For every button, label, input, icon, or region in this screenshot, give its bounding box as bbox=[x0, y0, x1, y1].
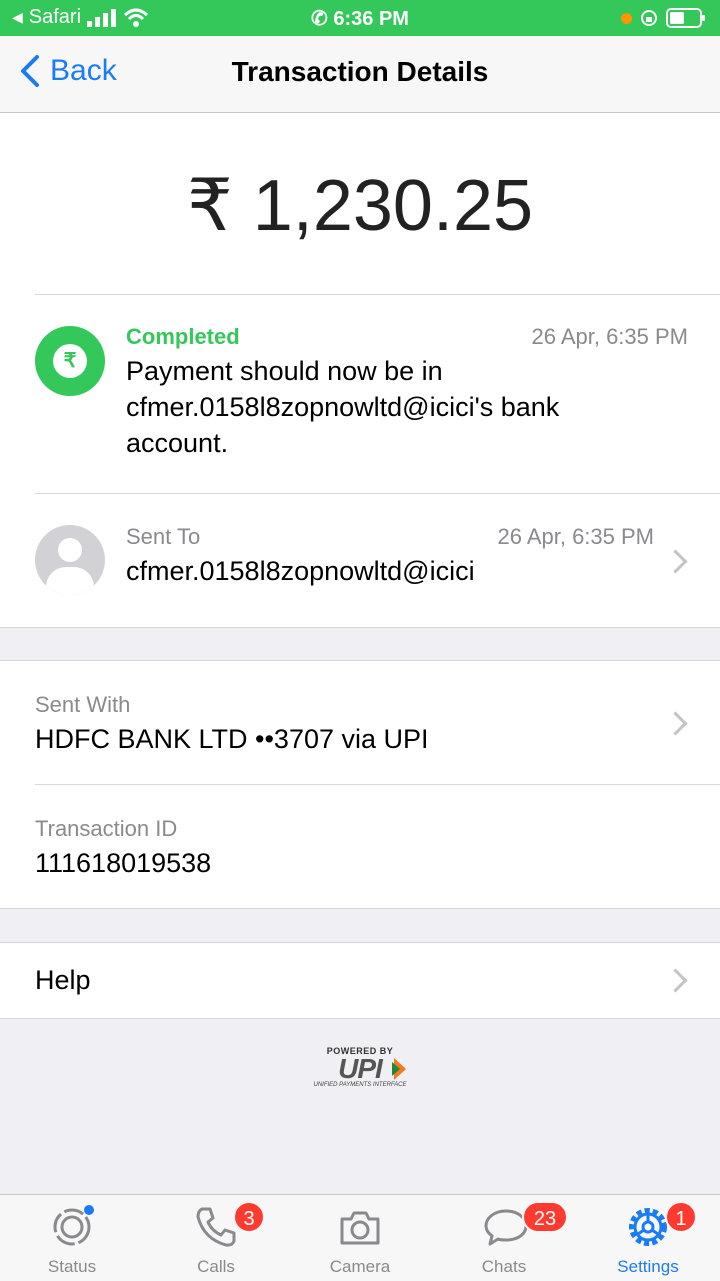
status-time-group: ✆ 6:36 PM bbox=[0, 6, 720, 31]
divider bbox=[0, 908, 720, 909]
settings-badge: 1 bbox=[665, 1201, 697, 1233]
tab-status[interactable]: Status bbox=[0, 1195, 144, 1281]
sent-with-row[interactable]: Sent With HDFC BANK LTD ••3707 via UPI bbox=[0, 661, 720, 784]
sent-to-value: cfmer.0158l8zopnowltd@icici bbox=[126, 556, 475, 586]
status-time: 26 Apr, 6:35 PM bbox=[531, 324, 688, 349]
divider bbox=[0, 1018, 720, 1019]
transaction-id-label: Transaction ID bbox=[35, 816, 178, 841]
rupee-status-icon: ₹ bbox=[35, 326, 105, 396]
help-row[interactable]: Help bbox=[0, 943, 720, 1018]
tab-calls[interactable]: 3 Calls bbox=[144, 1195, 288, 1281]
calls-badge: 3 bbox=[233, 1201, 265, 1233]
sent-to-row[interactable]: Sent To 26 Apr, 6:35 PM cfmer.0158l8zopn… bbox=[0, 494, 720, 627]
tab-camera[interactable]: Camera bbox=[288, 1195, 432, 1281]
status-icon bbox=[53, 1205, 94, 1246]
chats-badge: 23 bbox=[522, 1201, 568, 1233]
gear-icon bbox=[629, 1208, 667, 1246]
tab-chats[interactable]: 23 Chats bbox=[432, 1195, 576, 1281]
status-message: Payment should now be in cfmer.0158l8zop… bbox=[126, 356, 560, 458]
chevron-right-icon bbox=[663, 968, 688, 993]
tab-label: Status bbox=[47, 1257, 97, 1276]
battery-icon bbox=[666, 8, 705, 28]
sent-with-label: Sent With bbox=[35, 692, 131, 717]
tab-settings[interactable]: 1 Settings bbox=[576, 1195, 720, 1281]
tab-label: Settings bbox=[617, 1257, 679, 1276]
details-panel: Sent With HDFC BANK LTD ••3707 via UPI T… bbox=[0, 661, 720, 908]
avatar bbox=[35, 525, 105, 595]
status-row: ₹ Completed 26 Apr, 6:35 PM Payment shou… bbox=[0, 295, 720, 493]
tab-label: Calls bbox=[197, 1257, 235, 1276]
status-bar: ◀ Safari ✆ 6:36 PM bbox=[0, 0, 720, 36]
transaction-id-value: 111618019538 bbox=[35, 848, 212, 878]
status-time: 6:36 PM bbox=[333, 8, 409, 30]
divider bbox=[0, 627, 720, 628]
page-title: Transaction Details bbox=[231, 56, 489, 87]
navigation-bar: Back Transaction Details bbox=[0, 36, 720, 113]
call-indicator-icon: ✆ bbox=[311, 8, 334, 30]
chevron-right-icon bbox=[663, 549, 688, 574]
status-label: Completed bbox=[126, 324, 240, 349]
status-right bbox=[621, 8, 706, 28]
rotation-lock-icon bbox=[641, 10, 657, 26]
tab-label: Chats bbox=[481, 1257, 527, 1276]
transaction-id-row: Transaction ID 111618019538 bbox=[0, 785, 720, 908]
camera-icon bbox=[340, 1211, 380, 1245]
chevron-right-icon bbox=[663, 711, 688, 736]
transaction-amount: ₹ 1,230.25 bbox=[186, 166, 534, 246]
phone-icon bbox=[196, 1207, 236, 1247]
upi-wordmark: UPI bbox=[338, 1053, 383, 1084]
tab-bar: Status 3 Calls Camera 23 Chats 1 Setting… bbox=[0, 1194, 720, 1281]
sent-to-time: 26 Apr, 6:35 PM bbox=[497, 524, 654, 549]
transaction-summary: ₹ 1,230.25 ₹ Completed 26 Apr, 6:35 PM P… bbox=[0, 113, 720, 627]
upi-arrow-icon bbox=[392, 1058, 406, 1080]
tab-label: Camera bbox=[329, 1257, 391, 1276]
sent-with-value: HDFC BANK LTD ••3707 via UPI bbox=[35, 724, 429, 754]
mic-indicator-icon bbox=[621, 12, 632, 24]
upi-logo: POWERED BY UPI UNIFIED PAYMENTS INTERFAC… bbox=[300, 1046, 420, 1096]
help-label: Help bbox=[35, 965, 91, 995]
sent-to-label: Sent To bbox=[126, 524, 201, 549]
